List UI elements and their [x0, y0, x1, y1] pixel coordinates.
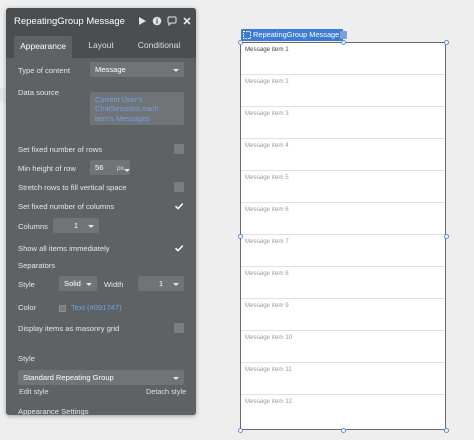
columns-label: Columns: [18, 222, 48, 231]
show-all-items-label: Show all items immediately: [18, 244, 110, 253]
stretch-rows-label: Stretch rows to fill vertical space: [18, 183, 127, 192]
list-item[interactable]: Message item 12: [241, 395, 445, 427]
resize-handle-bottom-left[interactable]: [238, 428, 243, 433]
separator-width-label: Width: [104, 280, 124, 289]
list-item-label: Message item 2: [245, 78, 289, 85]
property-editor-panel: RepeatingGroup Message Appearance Layout…: [6, 8, 196, 415]
min-height-label: Min height of row: [18, 164, 76, 173]
list-item[interactable]: Message item 4: [241, 139, 445, 171]
header-icons: [136, 15, 192, 26]
fixed-rows-label: Set fixed number of rows: [18, 145, 102, 154]
list-item-label: Message item 6: [245, 206, 289, 213]
tab-conditional[interactable]: Conditional: [130, 34, 188, 58]
min-height-unit: px: [117, 165, 124, 172]
list-item[interactable]: Message item 6: [241, 203, 445, 235]
resize-handle-bottom-right[interactable]: [444, 428, 449, 433]
list-item-label: Message item 11: [245, 366, 292, 373]
caret-down-icon: [88, 224, 94, 228]
list-item-label: Message item 4: [245, 142, 289, 149]
element-menu-icon[interactable]: [340, 31, 347, 39]
separator-color-label: Color: [18, 303, 37, 312]
type-of-content-value: Message: [95, 65, 126, 74]
close-icon[interactable]: [181, 15, 192, 26]
columns-dropdown[interactable]: 1: [53, 218, 99, 233]
fixed-columns-label: Set fixed number of columns: [18, 202, 115, 211]
repeating-group-label[interactable]: RepeatingGroup Message: [241, 29, 344, 41]
separator-color-value[interactable]: Text (#091747): [71, 303, 122, 312]
show-all-items-checkbox[interactable]: [174, 243, 184, 253]
caret-down-icon: [173, 376, 179, 380]
min-height-value: 56: [95, 163, 104, 172]
list-item[interactable]: Message item 3: [241, 107, 445, 139]
stretch-rows-checkbox[interactable]: [174, 182, 184, 192]
list-item-label: Message item 1: [245, 46, 289, 53]
columns-value: 1: [73, 221, 79, 230]
list-item[interactable]: Message item 9: [241, 299, 445, 331]
separator-width-dropdown[interactable]: 1: [138, 276, 184, 291]
repeating-group-message[interactable]: Message item 1 Message item 2 Message it…: [240, 42, 446, 430]
caret-down-icon: [173, 282, 179, 286]
caret-down-icon: [173, 68, 179, 72]
panel-tabs: Appearance Layout Conditional: [6, 34, 196, 58]
separator-width-value: 1: [158, 279, 164, 288]
data-source-label: Data source: [18, 88, 59, 97]
separators-heading: Separators: [18, 261, 56, 270]
data-source-expression[interactable]: Current User's ChatSessions:each item's …: [90, 92, 184, 125]
list-item-label: Message item 8: [245, 270, 289, 277]
list-item-label: Message item 10: [245, 334, 293, 341]
resize-handle-right[interactable]: [444, 234, 449, 239]
separator-style-label: Style: [18, 280, 35, 289]
resize-handle-top-right[interactable]: [444, 40, 449, 45]
list-item-label: Message item 3: [245, 110, 289, 117]
min-height-input[interactable]: 56: [90, 160, 130, 175]
list-item-label: Message item 7: [245, 238, 289, 245]
fixed-columns-checkbox[interactable]: [174, 201, 184, 211]
separator-style-dropdown[interactable]: Solid: [59, 276, 97, 291]
edit-style-link[interactable]: Edit style: [19, 387, 49, 396]
caret-down-icon: [86, 282, 92, 286]
list-item[interactable]: Message item 7: [241, 235, 445, 267]
style-label: Style: [18, 354, 35, 363]
resize-handle-left[interactable]: [238, 234, 243, 239]
comment-icon[interactable]: [166, 15, 177, 26]
type-of-content-dropdown[interactable]: Message: [90, 62, 184, 77]
masonry-grid-label: Display items as masonry grid: [18, 324, 120, 333]
list-item[interactable]: Message item 11: [241, 363, 445, 395]
appearance-settings-heading: Appearance Settings: [18, 407, 89, 415]
info-icon[interactable]: [151, 15, 162, 26]
checkmark-icon: [174, 245, 184, 252]
fixed-rows-checkbox[interactable]: [174, 144, 184, 154]
color-swatch[interactable]: [59, 305, 66, 312]
panel-header: RepeatingGroup Message: [6, 8, 196, 34]
tab-layout[interactable]: Layout: [72, 34, 130, 58]
list-item-label: Message item 12: [245, 398, 293, 405]
type-of-content-label: Type of content: [18, 66, 70, 75]
separator-style-value: Solid: [64, 279, 81, 288]
detach-style-link[interactable]: Detach style: [146, 387, 186, 396]
list-item[interactable]: Message item 10: [241, 331, 445, 363]
tab-appearance[interactable]: Appearance: [14, 36, 72, 58]
list-item-label: Message item 5: [245, 174, 289, 181]
list-item[interactable]: Message item 5: [241, 171, 445, 203]
list-item[interactable]: Message item 2: [241, 75, 445, 107]
repeating-group-label-text: RepeatingGroup Message: [253, 30, 340, 39]
style-value: Standard Repeating Group: [23, 373, 114, 382]
list-item-label: Message item 9: [245, 302, 289, 309]
masonry-grid-checkbox[interactable]: [174, 323, 184, 333]
panel-title: RepeatingGroup Message: [14, 16, 125, 27]
list-item[interactable]: Message item 8: [241, 267, 445, 299]
caret-down-icon[interactable]: [124, 169, 130, 172]
play-icon[interactable]: [136, 15, 147, 26]
checkmark-icon: [174, 203, 184, 210]
resize-handle-top[interactable]: [341, 40, 346, 45]
resize-handle-top-left[interactable]: [238, 40, 243, 45]
group-icon: [243, 31, 251, 39]
list-item[interactable]: Message item 1: [241, 43, 445, 75]
style-dropdown[interactable]: Standard Repeating Group: [18, 370, 184, 385]
resize-handle-bottom[interactable]: [341, 428, 346, 433]
